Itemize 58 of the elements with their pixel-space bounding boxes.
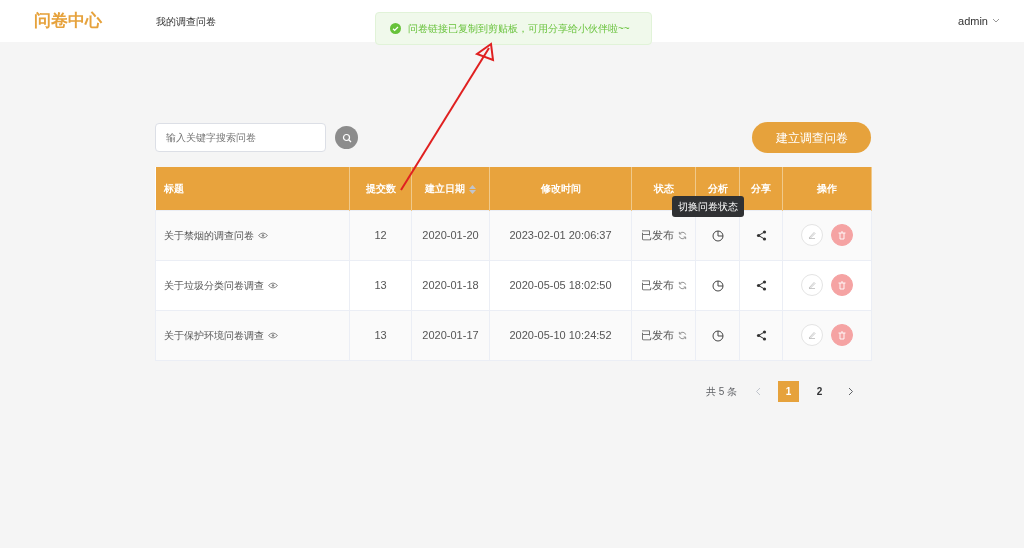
refresh-icon[interactable] xyxy=(677,231,687,241)
chevron-down-icon xyxy=(992,18,1000,24)
column-header: 分享 xyxy=(751,182,771,194)
column-header: 标题 xyxy=(163,182,184,194)
eye-icon[interactable] xyxy=(268,282,278,290)
total-count: 共 5 条 xyxy=(705,384,737,399)
status-text: 已发布 xyxy=(640,278,674,291)
column-header: 建立日期 xyxy=(425,182,465,194)
refresh-icon[interactable] xyxy=(677,331,687,341)
pie-chart-icon[interactable] xyxy=(711,329,724,342)
trash-icon xyxy=(838,330,846,340)
search-icon xyxy=(341,132,352,143)
table-cell: 2020-01-18 xyxy=(422,278,479,291)
share-icon[interactable] xyxy=(755,280,767,292)
pie-chart-icon[interactable] xyxy=(711,279,724,292)
share-icon[interactable] xyxy=(755,230,767,242)
trash-icon xyxy=(838,230,846,240)
table-cell: 12 xyxy=(374,228,387,241)
check-circle-icon xyxy=(390,23,401,34)
column-header: 状态 xyxy=(653,182,674,194)
pencil-icon xyxy=(808,231,816,239)
table-cell: 2020-01-17 xyxy=(422,328,479,341)
table-cell: 2020-05-10 10:24:52 xyxy=(509,328,612,341)
survey-title: 关于保护环境问卷调查 xyxy=(164,329,264,341)
table-cell: 2020-05-05 18:02:50 xyxy=(509,278,612,291)
table-cell: 2020-01-20 xyxy=(422,228,479,241)
share-icon[interactable] xyxy=(755,330,767,342)
toast-message: 问卷链接已复制到剪贴板，可用分享给小伙伴啦~~ xyxy=(408,22,630,36)
column-header: 提交数 xyxy=(365,182,396,194)
eye-icon[interactable] xyxy=(258,232,268,240)
delete-button[interactable] xyxy=(831,224,853,246)
table-cell: 2023-02-01 20:06:37 xyxy=(509,228,612,241)
nav-link[interactable]: 我的调查问卷 xyxy=(156,13,216,29)
pencil-icon xyxy=(808,331,816,339)
column-header: 操作 xyxy=(817,182,837,194)
search-button[interactable] xyxy=(335,126,358,149)
eye-icon[interactable] xyxy=(268,332,278,340)
tooltip: 切换问卷状态 xyxy=(672,196,744,217)
table-cell: 13 xyxy=(374,328,387,341)
survey-title: 关于垃圾分类问卷调查 xyxy=(164,279,264,291)
search-field[interactable]: 输入关键字搜索问卷 xyxy=(155,123,326,152)
column-header: 修改时间 xyxy=(540,182,581,194)
refresh-icon[interactable] xyxy=(677,281,687,291)
app-logo: 问卷中心 xyxy=(34,10,102,33)
column-header: 分析 xyxy=(707,182,728,194)
page-button[interactable]: 2 xyxy=(809,380,830,402)
delete-button[interactable] xyxy=(831,324,853,346)
chevron-left-icon xyxy=(754,387,761,397)
pencil-icon xyxy=(808,281,816,289)
trash-icon xyxy=(838,280,846,290)
delete-button[interactable] xyxy=(831,274,853,296)
survey-title: 关于禁烟的调查问卷 xyxy=(164,229,254,241)
status-text: 已发布 xyxy=(640,228,674,241)
chevron-right-icon xyxy=(847,387,854,397)
status-text: 已发布 xyxy=(640,328,674,341)
pie-chart-icon[interactable] xyxy=(711,229,724,242)
user-menu[interactable]: admin xyxy=(958,12,1000,30)
table-cell: 13 xyxy=(374,278,387,291)
